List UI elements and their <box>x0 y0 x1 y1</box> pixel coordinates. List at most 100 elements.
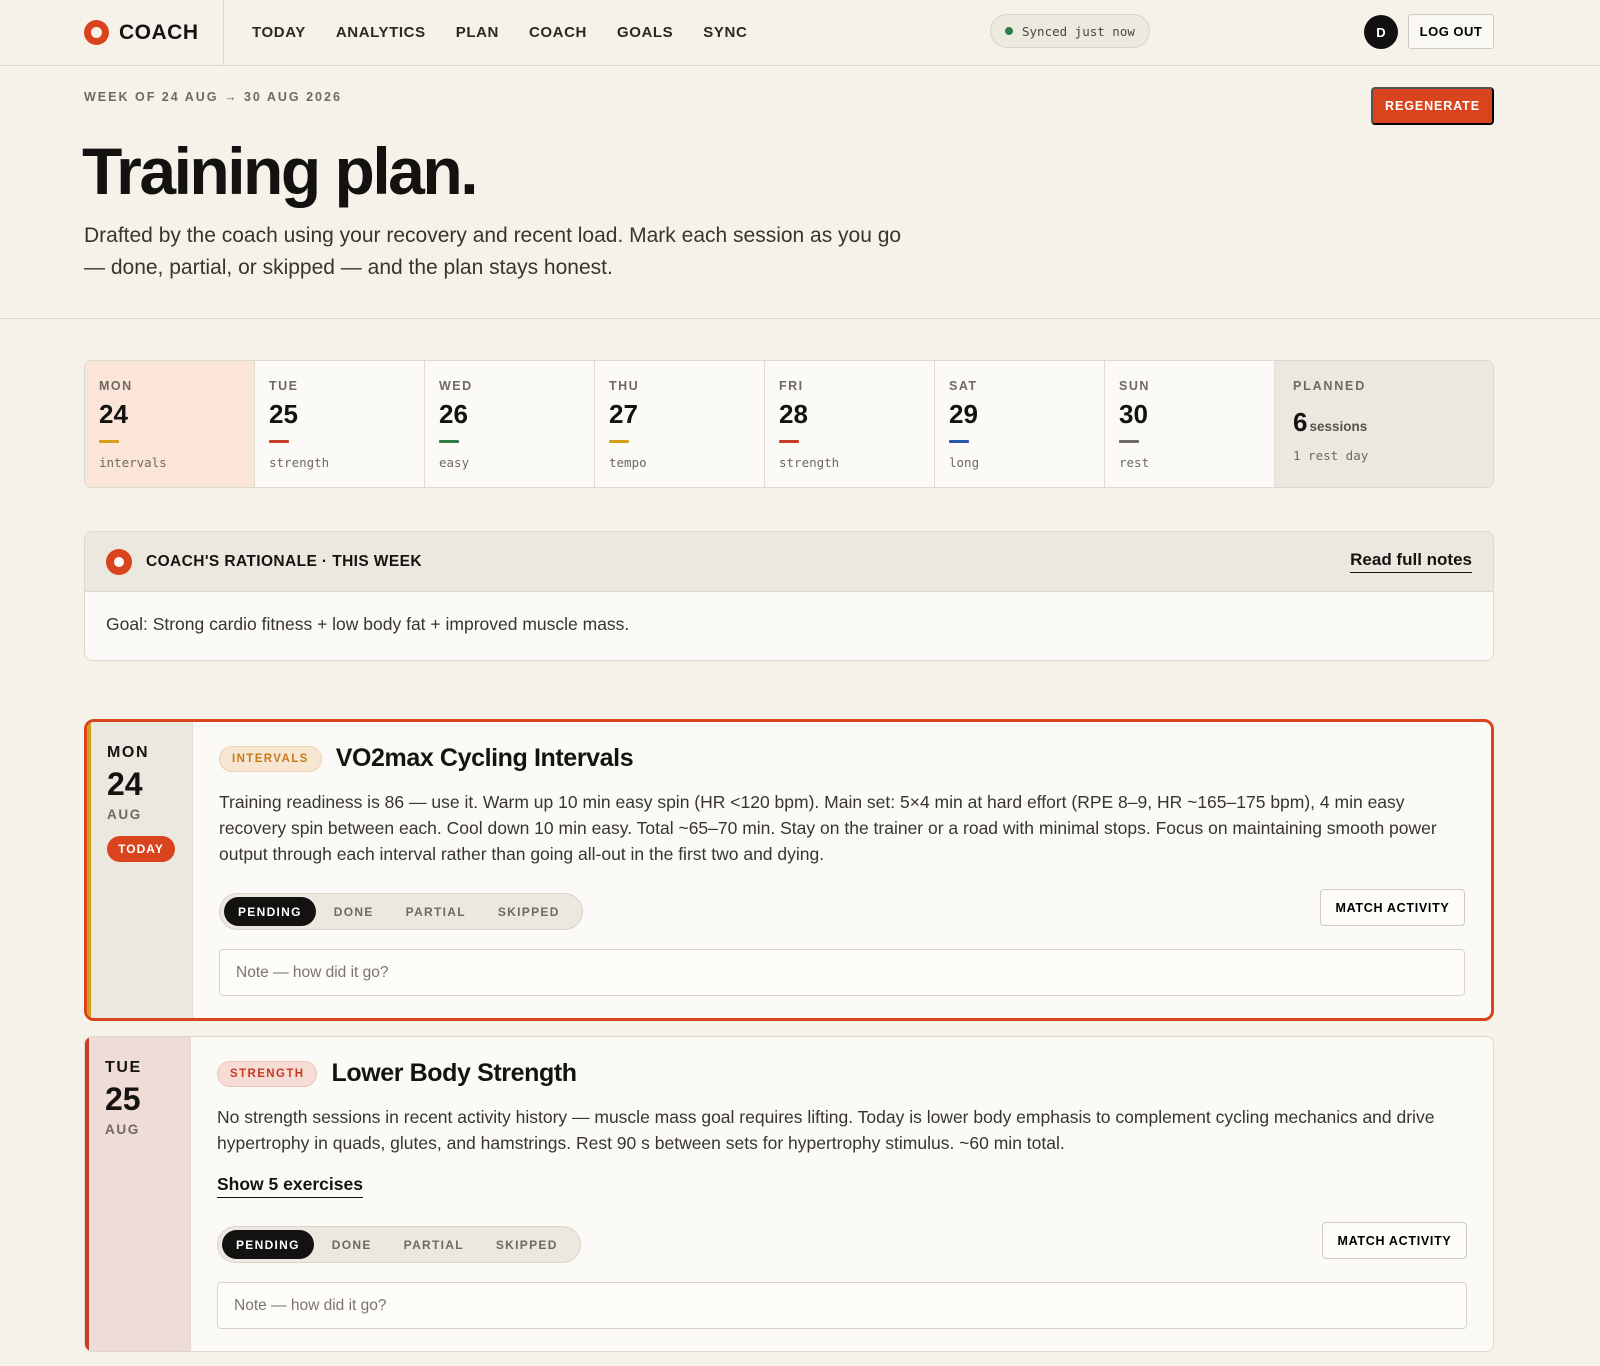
status-option-pending[interactable]: PENDING <box>224 897 316 926</box>
day-name: TUE <box>269 379 299 393</box>
rationale-title: COACH'S RATIONALE · THIS WEEK <box>146 552 422 570</box>
status-option-done[interactable]: DONE <box>320 897 388 926</box>
planned-rest-days: 1 rest day <box>1293 448 1369 463</box>
day-name: THU <box>609 379 640 393</box>
day-type-marker <box>949 440 969 443</box>
day-type-marker <box>269 440 289 443</box>
day-type-marker <box>1119 440 1139 443</box>
session-body: INTERVALS VO2max Cycling Intervals Train… <box>193 722 1491 1018</box>
session-date-column: TUE 25 AUG <box>85 1037 191 1351</box>
page-title: Training plan. <box>82 134 479 208</box>
coach-rationale-panel: COACH'S RATIONALE · THIS WEEK Read full … <box>84 531 1494 661</box>
day-type: strength <box>779 455 840 470</box>
status-option-skipped[interactable]: SKIPPED <box>482 1230 572 1259</box>
planned-count-number: 6 <box>1293 407 1308 437</box>
session-status-toggle: PENDING DONE PARTIAL SKIPPED <box>217 1226 581 1263</box>
week-range-label: WEEK OF 24 AUG → 30 AUG 2026 <box>84 90 342 104</box>
planned-summary: PLANNED 6 sessions 1 rest day <box>1275 361 1493 487</box>
session-day-number: 25 <box>105 1081 141 1117</box>
nav-item-goals[interactable]: GOALS <box>617 24 673 41</box>
week-day-mon[interactable]: MON 24 intervals <box>85 361 255 487</box>
session-description: Training readiness is 86 — use it. Warm … <box>219 792 1437 864</box>
top-navbar: COACH TODAY ANALYTICS PLAN COACH GOALS S… <box>0 0 1600 66</box>
week-day-thu[interactable]: THU 27 tempo <box>595 361 765 487</box>
session-title: VO2max Cycling Intervals <box>335 744 634 772</box>
day-name: WED <box>439 379 473 393</box>
regenerate-button[interactable]: REGENERATE <box>1371 87 1494 125</box>
nav-item-sync[interactable]: SYNC <box>703 24 747 41</box>
day-type-marker <box>439 440 459 443</box>
session-day-of-week: TUE <box>105 1059 142 1076</box>
day-type-marker <box>609 440 629 443</box>
planned-count-unit: sessions <box>1309 419 1368 434</box>
user-avatar[interactable]: D <box>1364 15 1398 49</box>
session-type-tag: INTERVALS <box>219 745 322 772</box>
week-day-sat[interactable]: SAT 29 long <box>935 361 1105 487</box>
day-type: intervals <box>99 455 167 470</box>
day-name: SAT <box>949 379 978 393</box>
rationale-body: Goal: Strong cardio fitness + low body f… <box>106 614 630 634</box>
week-day-fri[interactable]: FRI 28 strength <box>765 361 935 487</box>
day-number: 29 <box>949 399 978 429</box>
nav-item-today[interactable]: TODAY <box>252 24 306 41</box>
status-option-partial[interactable]: PARTIAL <box>392 897 480 926</box>
sync-status-dot-icon <box>1005 27 1013 35</box>
day-type: long <box>949 455 980 470</box>
session-date-column: MON 24 AUG TODAY <box>87 722 193 1018</box>
match-activity-button[interactable]: MATCH ACTIVITY <box>1320 889 1465 926</box>
planned-label: PLANNED <box>1293 379 1367 393</box>
session-day-number: 24 <box>107 766 143 802</box>
week-day-tue[interactable]: TUE 25 strength <box>255 361 425 487</box>
match-activity-button[interactable]: MATCH ACTIVITY <box>1322 1222 1467 1259</box>
page-hero: WEEK OF 24 AUG → 30 AUG 2026 REGENERATE … <box>0 66 1600 319</box>
coach-logo-icon <box>106 548 132 575</box>
session-title: Lower Body Strength <box>331 1059 577 1087</box>
week-strip: MON 24 intervals TUE 25 strength WED 26 … <box>84 360 1494 488</box>
day-number: 30 <box>1119 399 1148 429</box>
rationale-header: COACH'S RATIONALE · THIS WEEK Read full … <box>85 532 1493 592</box>
session-day-of-week: MON <box>107 744 150 761</box>
day-name: MON <box>99 379 133 393</box>
session-body: STRENGTH Lower Body Strength No strength… <box>191 1037 1493 1351</box>
status-option-skipped[interactable]: SKIPPED <box>484 897 574 926</box>
planned-count: 6 sessions <box>1293 407 1475 438</box>
session-note-input[interactable] <box>217 1282 1467 1329</box>
show-exercises-link[interactable]: Show 5 exercises <box>217 1174 363 1198</box>
day-type: rest <box>1119 455 1150 470</box>
brand[interactable]: COACH <box>0 0 224 65</box>
session-type-tag: STRENGTH <box>217 1060 318 1087</box>
session-note-input[interactable] <box>219 949 1465 996</box>
session-card-tue: TUE 25 AUG STRENGTH Lower Body Strength … <box>84 1036 1494 1352</box>
status-option-partial[interactable]: PARTIAL <box>390 1230 478 1259</box>
session-headline: STRENGTH Lower Body Strength <box>217 1059 1467 1088</box>
brand-name: COACH <box>119 20 199 44</box>
main-nav: TODAY ANALYTICS PLAN COACH GOALS SYNC <box>252 24 777 41</box>
nav-item-analytics[interactable]: ANALYTICS <box>336 24 426 41</box>
week-day-sun[interactable]: SUN 30 rest <box>1105 361 1275 487</box>
session-headline: INTERVALS VO2max Cycling Intervals <box>219 744 1465 773</box>
day-number: 26 <box>439 399 468 429</box>
session-card-mon: MON 24 AUG TODAY INTERVALS VO2max Cyclin… <box>84 719 1494 1021</box>
session-month: AUG <box>105 1122 140 1137</box>
day-name: FRI <box>779 379 804 393</box>
week-day-wed[interactable]: WED 26 easy <box>425 361 595 487</box>
session-description: No strength sessions in recent activity … <box>217 1107 1435 1153</box>
session-status-toggle: PENDING DONE PARTIAL SKIPPED <box>219 893 583 930</box>
day-type: easy <box>439 455 470 470</box>
page-intro: Drafted by the coach using your recovery… <box>84 224 902 279</box>
logout-button[interactable]: LOG OUT <box>1408 14 1494 49</box>
read-full-notes-link[interactable]: Read full notes <box>1350 550 1472 573</box>
day-name: SUN <box>1119 379 1150 393</box>
status-option-done[interactable]: DONE <box>318 1230 386 1259</box>
session-month: AUG <box>107 807 142 822</box>
day-type: tempo <box>609 455 647 470</box>
coach-logo-icon <box>84 20 109 45</box>
status-option-pending[interactable]: PENDING <box>222 1230 314 1259</box>
nav-item-coach[interactable]: COACH <box>529 24 587 41</box>
sync-status-text: Synced just now <box>1022 23 1135 39</box>
today-badge: TODAY <box>107 836 175 862</box>
day-number: 24 <box>99 399 128 429</box>
sync-status-pill: Synced just now <box>990 14 1150 48</box>
day-type: strength <box>269 455 330 470</box>
nav-item-plan[interactable]: PLAN <box>456 24 499 41</box>
